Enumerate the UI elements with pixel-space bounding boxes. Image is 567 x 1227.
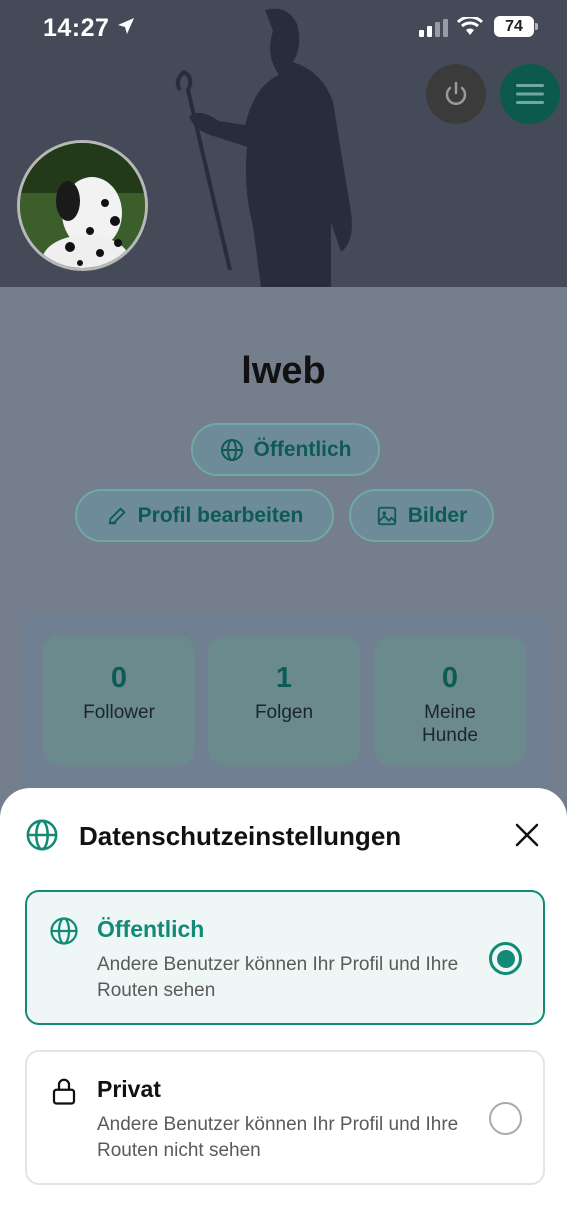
visibility-chip-label: Öffentlich	[253, 437, 352, 461]
stat-label: Follower	[83, 702, 155, 723]
battery-indicator: 74	[494, 16, 534, 37]
dalmatian-photo	[20, 143, 145, 268]
globe-icon	[50, 917, 78, 945]
location-arrow-icon	[118, 18, 134, 34]
stat-following[interactable]: 1 Folgen	[208, 636, 360, 765]
username: lweb	[241, 350, 326, 392]
battery-nub	[535, 23, 538, 30]
radio-selected[interactable]	[489, 942, 522, 975]
menu-button[interactable]	[500, 64, 560, 124]
visibility-chip[interactable]: Öffentlich	[191, 423, 380, 476]
status-bar: 14:27 74	[0, 0, 567, 56]
stat-my-dogs[interactable]: 0 Meine Hunde	[374, 636, 526, 765]
wifi-icon	[457, 17, 483, 35]
privacy-settings-sheet: Datenschutzeinstellungen Öffentlich Ande…	[0, 788, 567, 1227]
privacy-option-public[interactable]: Öffentlich Andere Benutzer können Ihr Pr…	[25, 890, 545, 1025]
close-button[interactable]	[510, 818, 544, 852]
stat-label: Folgen	[254, 702, 314, 723]
cellular-signal-icon	[419, 19, 448, 37]
stat-value: 0	[110, 662, 128, 694]
lock-icon	[52, 1078, 76, 1105]
radio-dot	[496, 949, 515, 968]
option-title: Öffentlich	[97, 916, 205, 942]
images-label: Bilder	[407, 503, 468, 527]
close-icon	[515, 823, 539, 847]
globe-icon	[26, 819, 58, 851]
image-icon	[377, 506, 396, 525]
logout-button[interactable]	[426, 64, 486, 124]
radio-unselected[interactable]	[489, 1102, 522, 1135]
stat-followers[interactable]: 0 Follower	[43, 636, 195, 765]
avatar[interactable]	[17, 140, 148, 271]
hamburger-menu-icon	[516, 84, 544, 104]
stat-value: 1	[275, 662, 293, 694]
sheet-title: Datenschutzeinstellungen	[79, 821, 402, 851]
privacy-option-private[interactable]: Privat Andere Benutzer können Ihr Profil…	[25, 1050, 545, 1185]
option-title: Privat	[97, 1076, 161, 1102]
clock: 14:27	[43, 14, 110, 42]
stat-label: Meine Hunde	[422, 702, 478, 746]
pencil-icon	[108, 507, 125, 524]
option-description: Andere Benutzer können Ihr Profil und Ih…	[97, 1114, 459, 1161]
stat-value: 0	[441, 662, 459, 694]
power-icon	[445, 81, 467, 105]
globe-icon	[220, 438, 243, 461]
images-button[interactable]: Bilder	[349, 489, 494, 542]
edit-profile-label: Profil bearbeiten	[137, 503, 304, 527]
edit-profile-button[interactable]: Profil bearbeiten	[75, 489, 334, 542]
option-description: Andere Benutzer können Ihr Profil und Ih…	[97, 954, 459, 1001]
